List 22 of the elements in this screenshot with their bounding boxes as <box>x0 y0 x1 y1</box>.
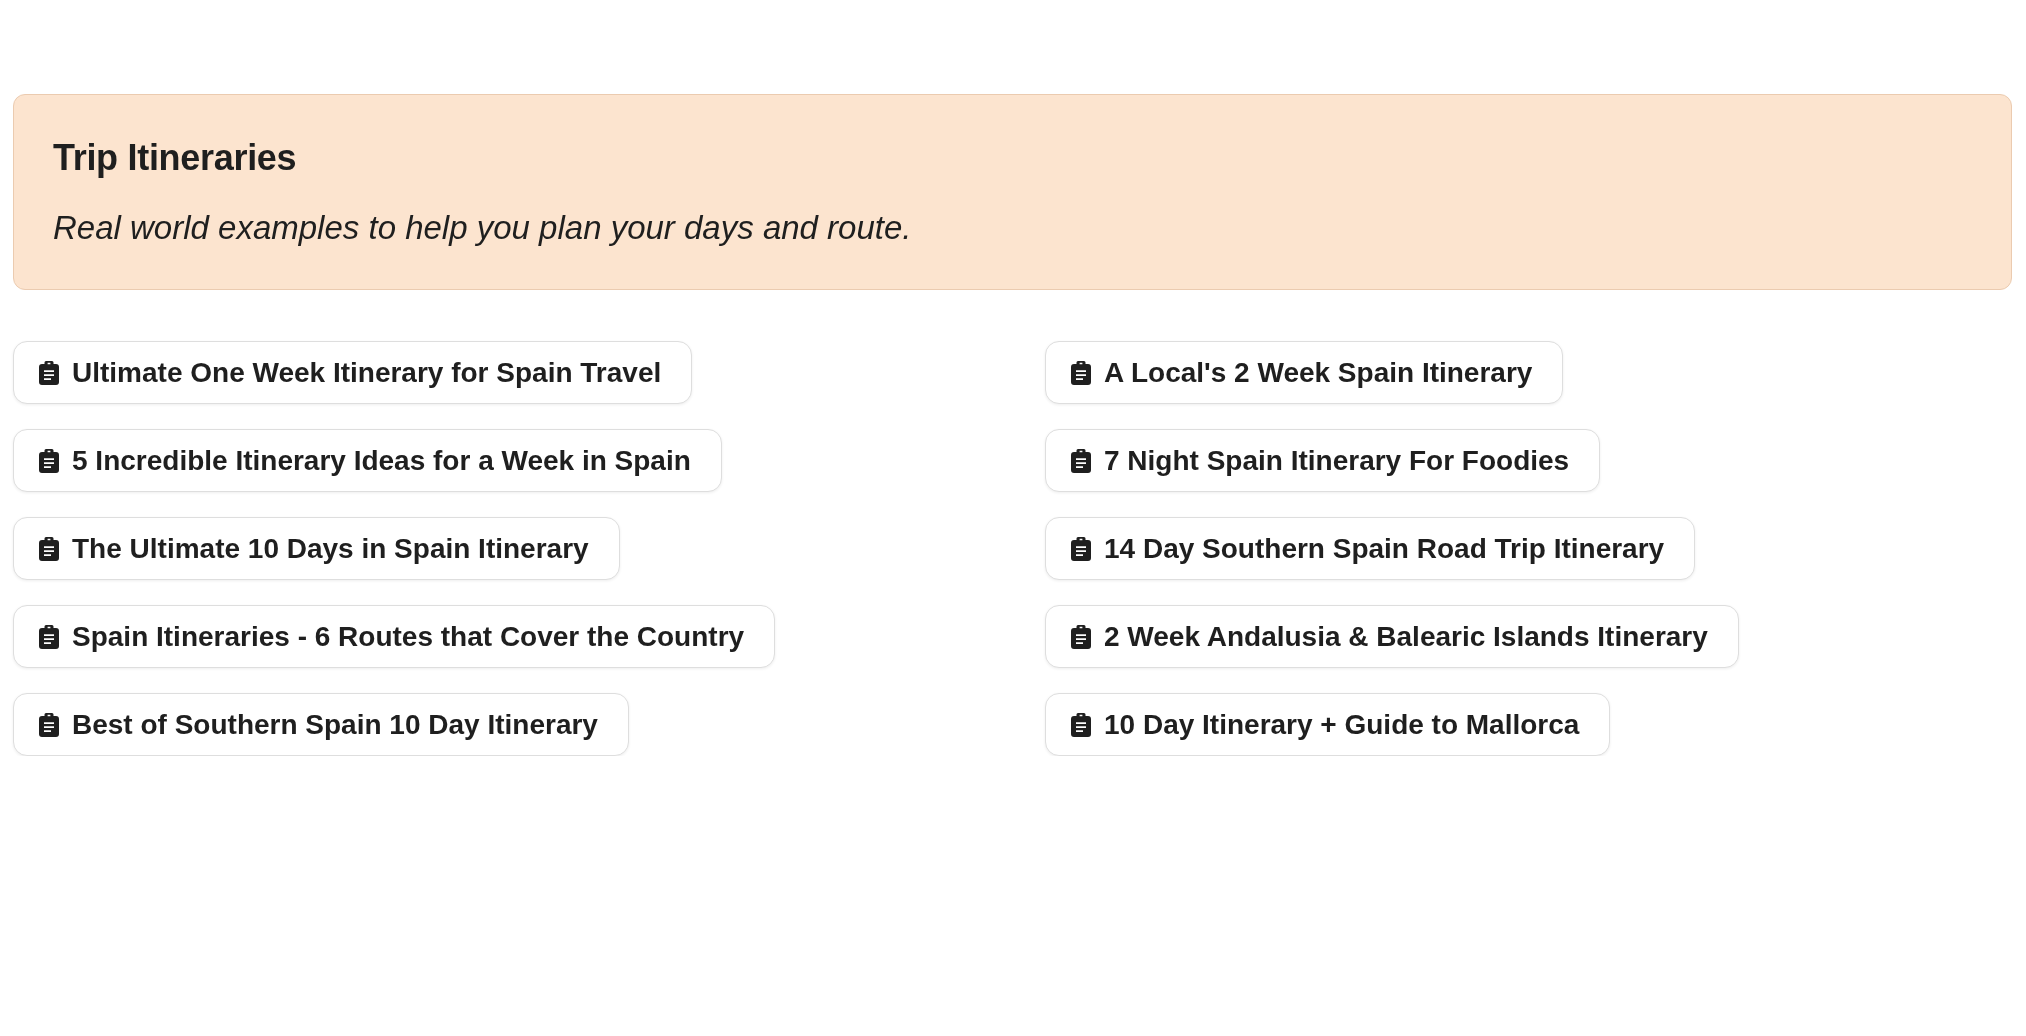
itinerary-link[interactable]: Best of Southern Spain 10 Day Itinerary <box>13 693 629 756</box>
clipboard-icon <box>1071 624 1091 649</box>
clipboard-icon <box>1071 448 1091 473</box>
itinerary-link[interactable]: 5 Incredible Itinerary Ideas for a Week in Spain <box>13 429 722 492</box>
itinerary-link[interactable]: 14 Day Southern Spain Road Trip Itinerary <box>1045 517 1696 580</box>
clipboard-icon <box>39 360 59 385</box>
clipboard-icon <box>39 536 59 561</box>
itinerary-link[interactable]: 2 Week Andalusia & Balearic Islands Itinerary <box>1045 605 1739 668</box>
itinerary-link[interactable]: 10 Day Itinerary + Guide to Mallorca <box>1045 693 1611 756</box>
itinerary-link[interactable]: A Local's 2 Week Spain Itinerary <box>1045 341 1564 404</box>
itinerary-link[interactable]: Spain Itineraries - 6 Routes that Cover the Country <box>13 605 776 668</box>
clipboard-icon <box>39 712 59 737</box>
clipboard-icon <box>39 448 59 473</box>
itinerary-link[interactable]: 7 Night Spain Itinerary For Foodies <box>1045 429 1601 492</box>
clipboard-icon <box>1071 360 1091 385</box>
clipboard-icon <box>1071 712 1091 737</box>
banner-subtitle: Real world examples to help you plan your days and route. <box>53 209 912 247</box>
clipboard-icon <box>1071 536 1091 561</box>
banner-title: Trip Itineraries <box>53 137 297 179</box>
clipboard-icon <box>39 624 59 649</box>
itinerary-link[interactable]: Ultimate One Week Itinerary for Spain Travel <box>13 341 693 404</box>
itinerary-link[interactable]: The Ultimate 10 Days in Spain Itinerary <box>13 517 620 580</box>
